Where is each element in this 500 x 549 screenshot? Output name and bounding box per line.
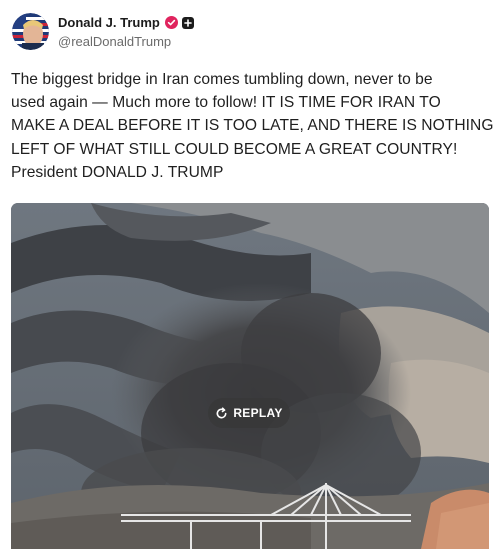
post-text-line: LEFT OF WHAT STILL COULD BECOME A GREAT … [11,140,458,158]
truth-post: Donald J. Trump @realDonaldTrump The big… [0,0,500,549]
name-row: Donald J. Trump [58,13,194,31]
author-meta: Donald J. Trump @realDonaldTrump [58,13,194,49]
replay-icon [216,406,227,418]
author-name[interactable]: Donald J. Trump [58,15,160,30]
replay-button[interactable]: REPLAY [208,398,290,428]
post-text-line: President DONALD J. TRUMP [11,163,224,181]
replay-label: REPLAY [233,406,283,420]
post-text-line: The biggest bridge in Iran comes tumblin… [11,71,433,88]
video-frame [11,203,489,549]
video-player[interactable]: REPLAY [11,203,489,549]
avatar[interactable] [12,12,49,50]
post-text-line: used again — Much more to follow! IT IS … [11,94,441,112]
verified-badge-icon [164,15,178,29]
post-header: Donald J. Trump @realDonaldTrump [12,11,194,51]
post-text-line: MAKE A DEAL BEFORE IT IS TOO LATE, AND T… [11,117,494,135]
post-text: The biggest bridge in Iran comes tumblin… [11,68,493,184]
plus-square-icon[interactable] [181,16,194,29]
author-handle[interactable]: @realDonaldTrump [58,34,194,49]
